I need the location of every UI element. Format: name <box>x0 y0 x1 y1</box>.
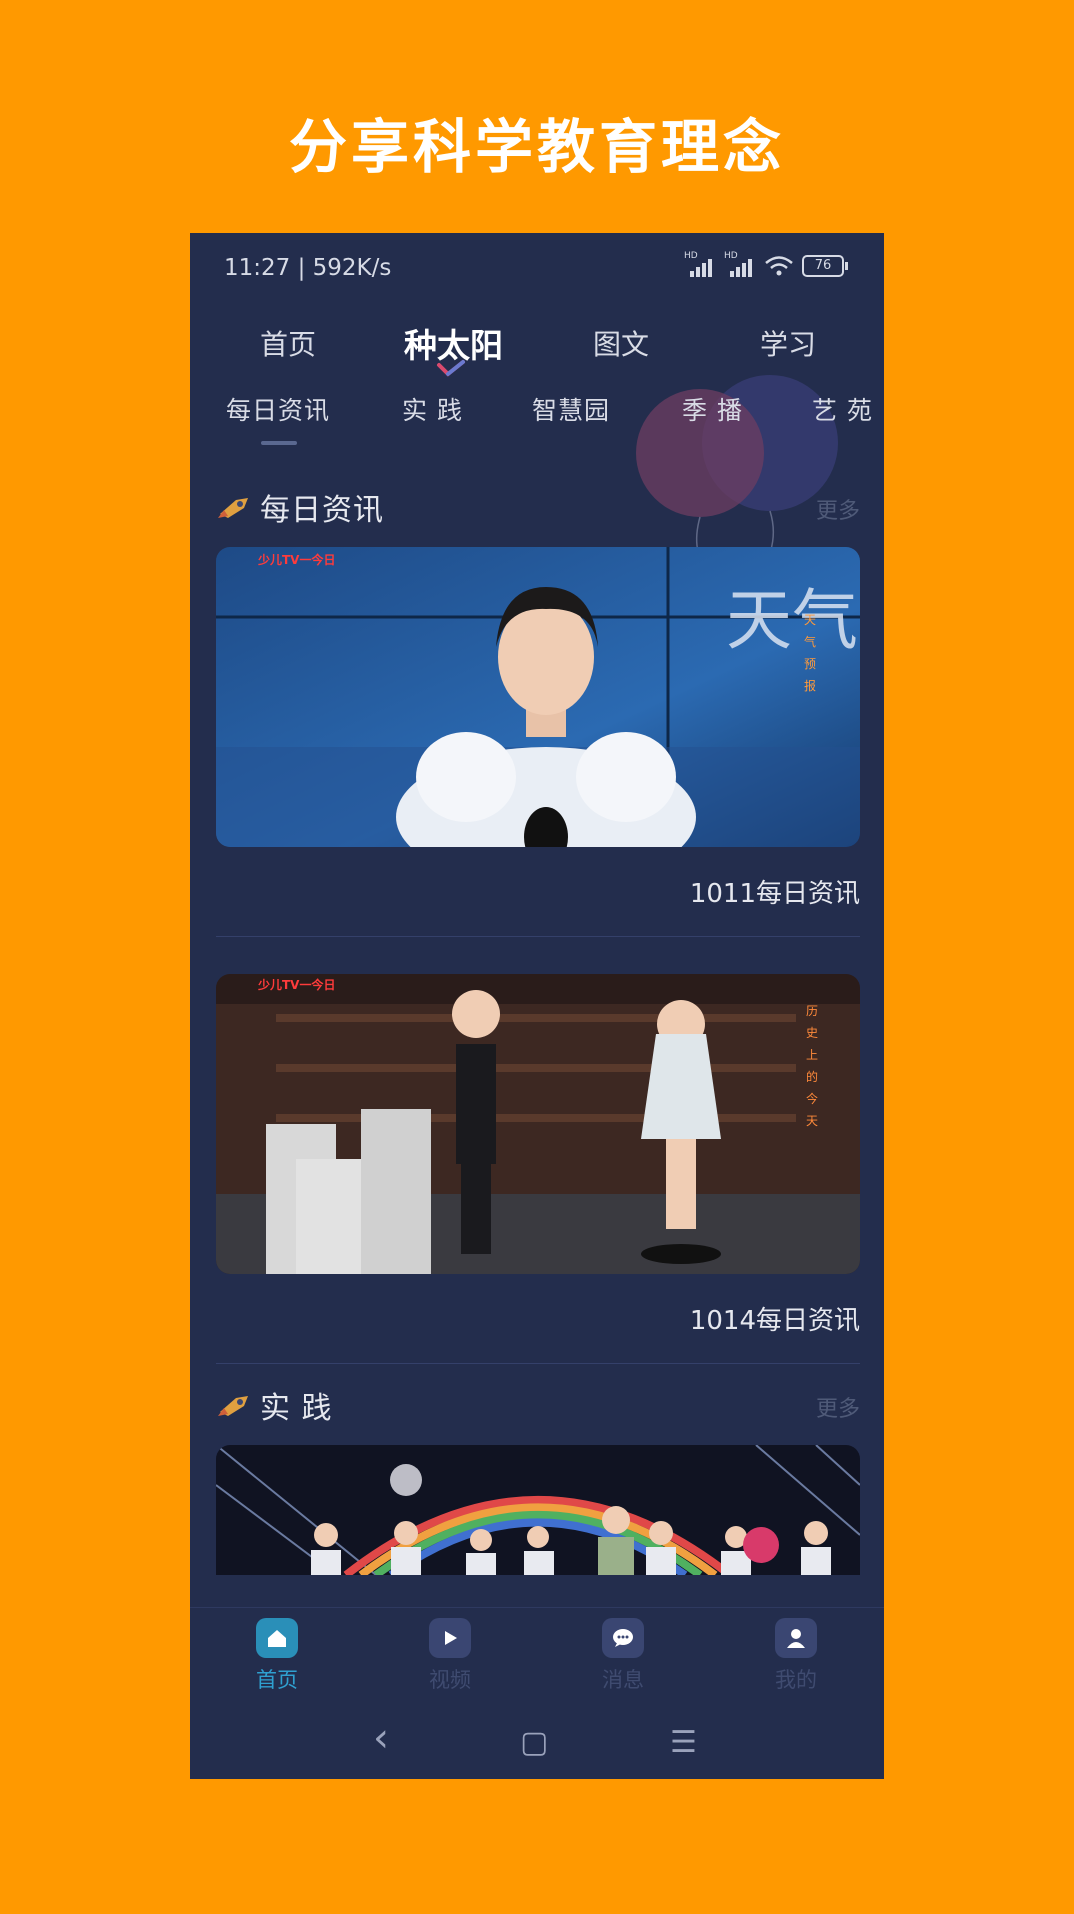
play-icon <box>429 1618 471 1658</box>
card-caption[interactable]: 1011每日资讯 <box>690 873 860 910</box>
more-link[interactable]: 更多 <box>816 1391 860 1423</box>
back-icon[interactable]: ‹ <box>373 1715 389 1761</box>
battery-icon: 76 <box>802 255 848 277</box>
divider <box>216 1363 860 1364</box>
status-time: 11:27 | 592K/s <box>224 255 392 281</box>
user-icon <box>775 1618 817 1658</box>
weather-side-text: 天 气 预 报 <box>804 613 817 693</box>
subtab-season[interactable]: 季 播 <box>682 391 743 427</box>
system-nav-bar: ‹ ▢ ☰ <box>190 1707 884 1779</box>
video-thumbnail[interactable]: 少儿TV一今日 天气 天 气 预 报 <box>216 547 860 847</box>
message-icon <box>602 1618 644 1658</box>
home-icon <box>256 1618 298 1658</box>
section-title: 实 践 <box>260 1391 333 1426</box>
more-link[interactable]: 更多 <box>816 493 860 525</box>
divider <box>216 936 860 937</box>
rocket-icon <box>218 498 248 518</box>
top-tabs: 首页 种太阳 图文 学习 <box>190 323 884 383</box>
rocket-icon <box>218 1396 248 1416</box>
section-header-practice: 实 践 <box>216 1383 333 1427</box>
channel-logo: 少儿TV一今日 <box>258 978 336 992</box>
tab-tuwen[interactable]: 图文 <box>593 323 649 363</box>
weather-overlay-text: 天气 <box>726 582 858 659</box>
card-caption[interactable]: 1014每日资讯 <box>690 1300 860 1337</box>
thumbnail-image <box>216 1445 860 1575</box>
subtab-art[interactable]: 艺 苑 <box>812 391 873 427</box>
status-bar: 11:27 | 592K/s HD HD 76 <box>190 233 884 303</box>
thumbnail-image <box>216 974 860 1274</box>
bottom-nav: 首页 视频 消息 我的 <box>190 1607 884 1708</box>
subtab-practice[interactable]: 实 践 <box>402 391 463 427</box>
video-thumbnail[interactable] <box>216 1445 860 1575</box>
bottom-nav-profile[interactable]: 我的 <box>736 1618 856 1694</box>
section-header-daily-news: 每日资讯 <box>216 485 384 529</box>
bottom-nav-home[interactable]: 首页 <box>217 1618 337 1694</box>
channel-logo: 少儿TV一今日 <box>258 553 336 567</box>
bottom-nav-messages[interactable]: 消息 <box>563 1618 683 1694</box>
signal-icon: HD <box>724 251 756 277</box>
tab-home[interactable]: 首页 <box>260 323 316 363</box>
bottom-nav-video[interactable]: 视频 <box>390 1618 510 1694</box>
subtab-wisdom-garden[interactable]: 智慧园 <box>532 391 610 427</box>
status-icons: HD HD 76 <box>684 251 848 277</box>
home-button-icon[interactable]: ▢ <box>520 1725 548 1760</box>
active-tab-check-icon <box>437 360 465 377</box>
history-side-text: 历 史 上 的 今 天 <box>806 1004 819 1128</box>
menu-icon[interactable]: ☰ <box>670 1725 697 1760</box>
tab-xuexi[interactable]: 学习 <box>760 323 816 363</box>
phone-screen: 11:27 | 592K/s HD HD 76 首页 种太阳 图文 学习 每日资… <box>190 233 884 1779</box>
video-thumbnail[interactable]: 少儿TV一今日 历 史 上 的 今 天 <box>216 974 860 1274</box>
promo-headline: 分享科学教育理念 <box>288 113 785 181</box>
signal-icon: HD <box>684 251 716 277</box>
section-title: 每日资讯 <box>260 493 384 528</box>
subtab-daily-news[interactable]: 每日资讯 <box>226 391 330 427</box>
subtab-indicator <box>261 441 297 445</box>
wifi-icon <box>765 256 793 276</box>
